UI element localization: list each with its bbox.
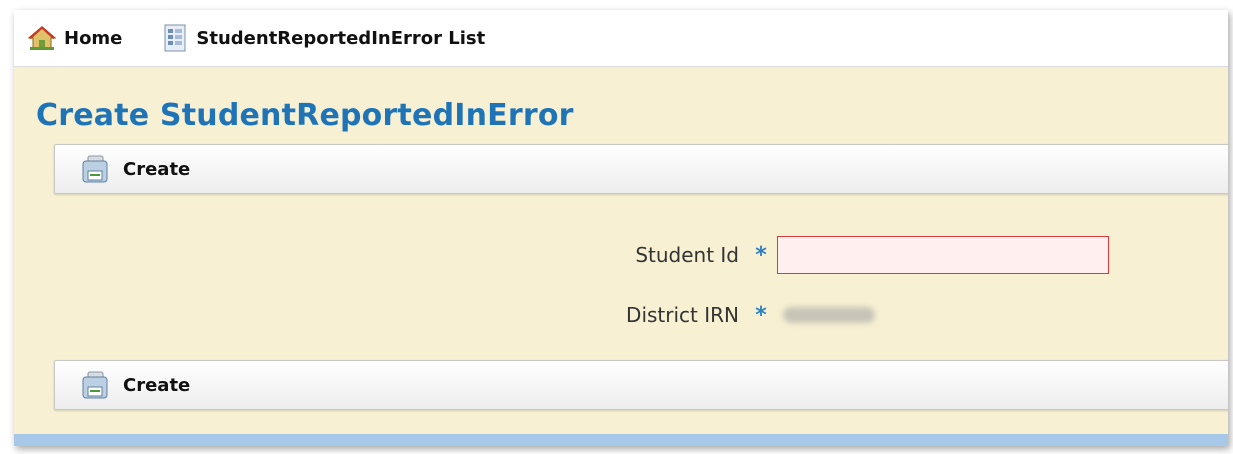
nav-list-link[interactable]: StudentReportedInError List [162,24,485,52]
save-icon [82,155,108,183]
nav-list-label: StudentReportedInError List [196,27,486,49]
student-id-row: Student Id * [14,236,1109,274]
app-frame: Home StudentReportedInError List Create … [14,10,1228,446]
student-id-label: Student Id [635,243,739,267]
district-irn-row: District IRN * [14,300,875,330]
create-button-top-label: Create [123,158,191,180]
student-id-input[interactable] [777,236,1109,274]
nav-home-link[interactable]: Home [28,25,122,51]
toolbar-top: Create [54,144,1228,194]
district-irn-value-redacted [783,307,875,323]
footer-strip [14,434,1228,446]
district-irn-required-marker: * [755,302,767,328]
student-id-required-marker: * [755,242,767,268]
create-button-bottom-label: Create [123,374,191,396]
page-title: Create StudentReportedInError [36,98,574,133]
toolbar-bottom: Create [54,360,1228,410]
create-button-top[interactable]: Create [81,155,190,183]
nav-home-label: Home [64,27,123,49]
district-irn-label: District IRN [626,303,739,327]
save-icon [82,371,108,399]
home-icon [28,26,56,50]
create-button-bottom[interactable]: Create [81,371,190,399]
top-navigation: Home StudentReportedInError List [14,10,1228,67]
list-icon [164,24,186,52]
